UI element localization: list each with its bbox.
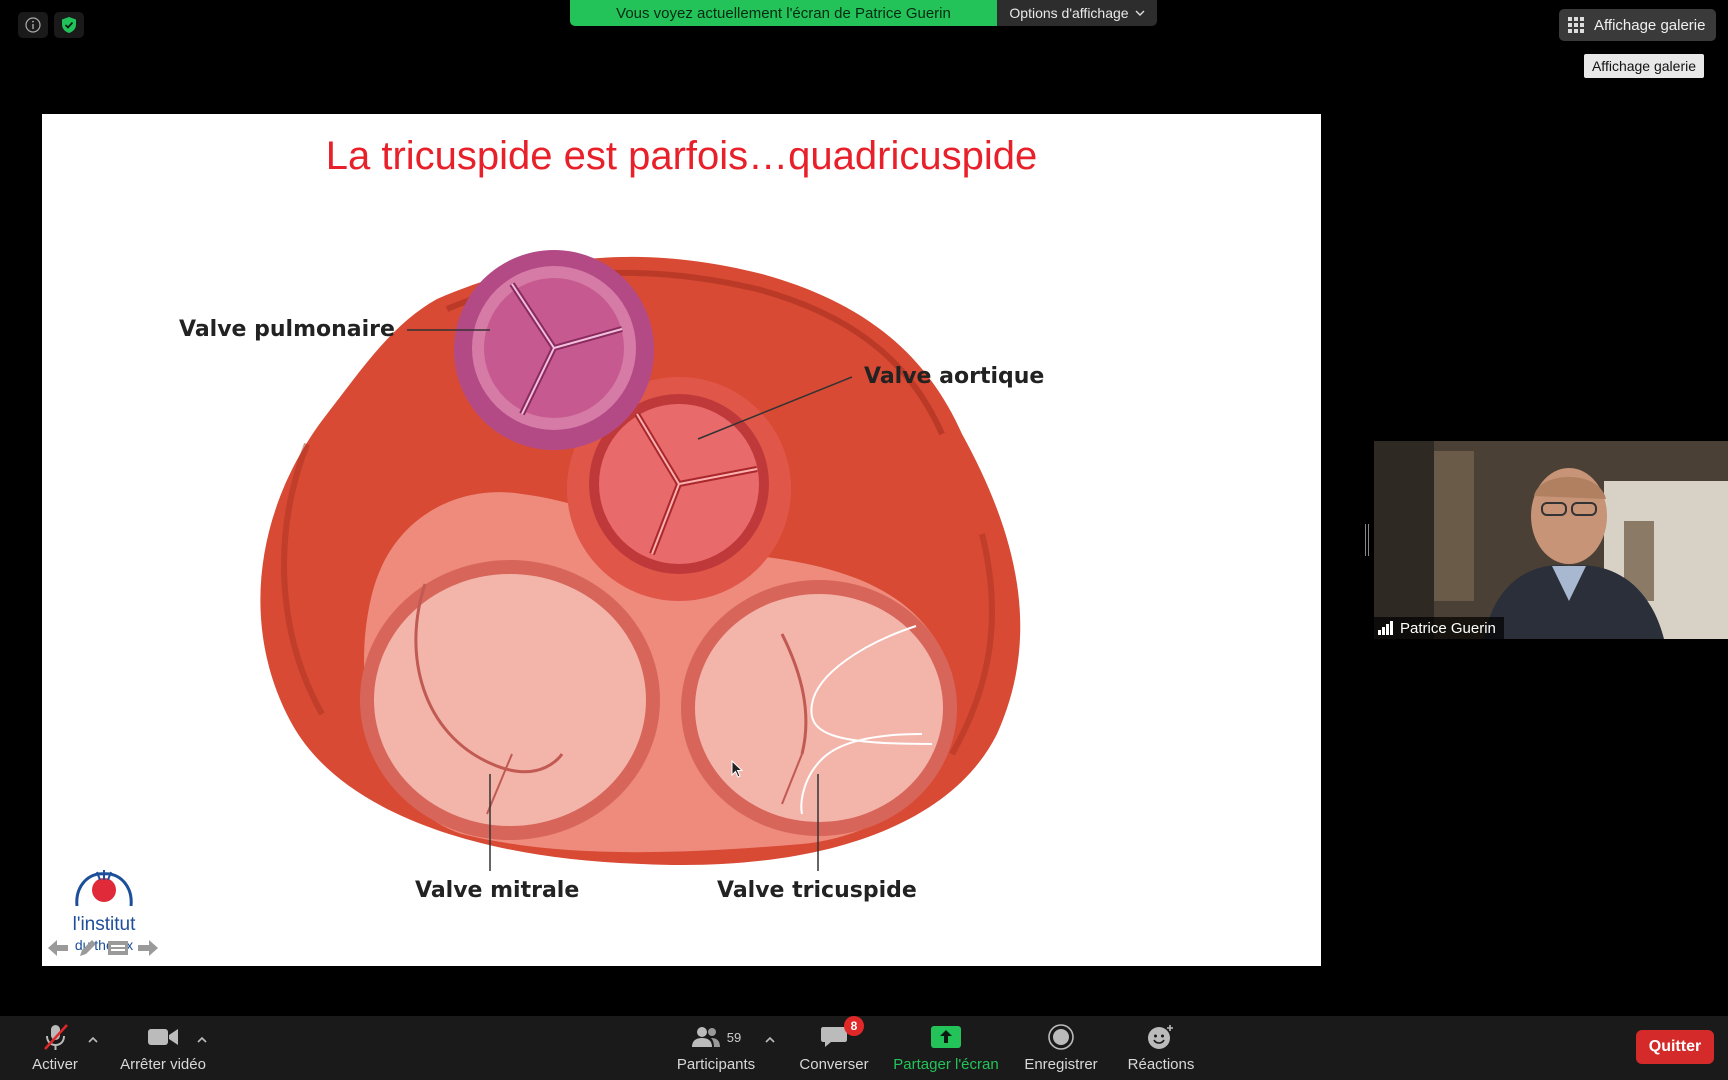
reactions-emoji-icon bbox=[1148, 1025, 1173, 1049]
stop-video-label: Arrêter vidéo bbox=[120, 1056, 206, 1073]
mute-label: Activer bbox=[32, 1056, 78, 1073]
menu-icon[interactable] bbox=[106, 938, 130, 958]
signal-strength-icon bbox=[1378, 621, 1393, 635]
previous-slide-icon[interactable] bbox=[46, 938, 70, 958]
label-pulmonary-valve: Valve pulmonaire bbox=[179, 317, 395, 342]
gallery-view-label: Affichage galerie bbox=[1594, 16, 1706, 34]
shared-screen-slide[interactable]: La tricuspide est parfois…quadricuspide bbox=[42, 114, 1321, 966]
mute-options-caret-icon[interactable] bbox=[87, 1034, 99, 1046]
share-banner-text: Vous voyez actuellement l'écran de Patri… bbox=[570, 0, 997, 26]
top-left-icons bbox=[18, 12, 84, 38]
record-icon bbox=[1048, 1024, 1074, 1050]
reactions-button[interactable]: Réactions bbox=[1124, 1024, 1198, 1073]
video-options-caret-icon[interactable] bbox=[196, 1034, 208, 1046]
info-icon[interactable] bbox=[18, 12, 48, 38]
mouse-cursor-icon bbox=[731, 760, 743, 778]
view-options-button[interactable]: Options d'affichage bbox=[997, 0, 1157, 26]
label-tricuspid-valve: Valve tricuspide bbox=[717, 878, 917, 903]
gallery-view-button[interactable]: Affichage galerie bbox=[1559, 9, 1716, 41]
mute-button[interactable]: Activer bbox=[30, 1024, 80, 1073]
participant-name-bar: Patrice Guerin bbox=[1374, 617, 1504, 639]
view-options-label: Options d'affichage bbox=[1009, 5, 1129, 21]
next-slide-icon[interactable] bbox=[136, 938, 160, 958]
share-screen-label: Partager l'écran bbox=[893, 1056, 999, 1073]
chat-label: Converser bbox=[799, 1056, 869, 1073]
participants-button[interactable]: 59 Participants bbox=[674, 1024, 758, 1073]
participants-icon bbox=[691, 1027, 720, 1047]
record-label: Enregistrer bbox=[1024, 1056, 1098, 1073]
heart-valves-illustration bbox=[260, 250, 1021, 871]
shield-check-icon[interactable] bbox=[54, 12, 84, 38]
gallery-tooltip: Affichage galerie bbox=[1584, 54, 1704, 78]
heart-logo-icon bbox=[75, 870, 133, 907]
grid-icon bbox=[1568, 17, 1584, 33]
video-camera-icon bbox=[148, 1029, 178, 1045]
slide-nav-controls bbox=[46, 938, 160, 958]
record-button[interactable]: Enregistrer bbox=[1022, 1024, 1100, 1073]
stop-video-button[interactable]: Arrêter vidéo bbox=[118, 1024, 208, 1073]
participant-video-feed bbox=[1374, 441, 1728, 639]
participants-options-caret-icon[interactable] bbox=[764, 1034, 776, 1046]
participant-name: Patrice Guerin bbox=[1400, 619, 1496, 637]
share-banner: Vous voyez actuellement l'écran de Patri… bbox=[570, 0, 1157, 26]
quit-button[interactable]: Quitter bbox=[1636, 1030, 1714, 1064]
logo-line-1: l'institut bbox=[72, 914, 136, 935]
chat-unread-badge: 8 bbox=[844, 1016, 864, 1036]
participants-count: 59 bbox=[726, 1029, 742, 1045]
label-aortic-valve: Valve aortique bbox=[864, 364, 1045, 389]
reactions-label: Réactions bbox=[1127, 1056, 1195, 1073]
chat-button[interactable]: 8 Converser bbox=[796, 1016, 872, 1073]
pen-icon[interactable] bbox=[76, 938, 100, 958]
resize-handle[interactable] bbox=[1365, 524, 1369, 556]
microphone-muted-icon bbox=[44, 1024, 68, 1050]
share-screen-button[interactable]: Partager l'écran bbox=[891, 1024, 1001, 1073]
label-mitral-valve: Valve mitrale bbox=[415, 878, 580, 903]
meeting-toolbar: Activer Arrêter vidéo 59 Participants 8 … bbox=[0, 1016, 1728, 1080]
chevron-down-icon bbox=[1135, 10, 1145, 16]
participant-video-tile[interactable]: Patrice Guerin bbox=[1374, 441, 1728, 639]
participants-label: Participants bbox=[676, 1056, 756, 1073]
share-screen-icon bbox=[931, 1026, 961, 1048]
